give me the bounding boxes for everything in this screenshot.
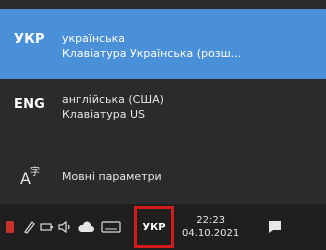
taskbar: УКР 22:23 04.10.2021 bbox=[0, 204, 326, 250]
language-settings-icon: A 字 bbox=[0, 164, 62, 188]
keyboard-layout-name: Клавіатура Українська (розш... bbox=[62, 47, 242, 60]
language-texts: англійська (США) Клавіатура US bbox=[62, 92, 164, 122]
clock-time: 22:23 bbox=[196, 215, 226, 226]
red-app-icon[interactable] bbox=[0, 204, 20, 250]
pen-icon[interactable] bbox=[20, 204, 38, 250]
language-texts: українська Клавіатура Українська (розш..… bbox=[62, 31, 241, 61]
battery-icon[interactable] bbox=[38, 204, 56, 250]
language-code: ENG bbox=[14, 97, 46, 112]
svg-text:字: 字 bbox=[30, 165, 40, 178]
language-code: УКР bbox=[14, 32, 45, 47]
clock[interactable]: 22:23 04.10.2021 bbox=[182, 214, 239, 240]
language-item-eng[interactable]: ENG англійська (США) Клавіатура US bbox=[0, 82, 326, 138]
language-settings-label: Мовні параметри bbox=[62, 169, 162, 183]
notification-icon[interactable] bbox=[265, 204, 285, 250]
speaker-icon[interactable] bbox=[56, 204, 74, 250]
cloud-icon[interactable] bbox=[74, 204, 98, 250]
language-name: англійська (США) bbox=[62, 93, 164, 106]
language-indicator-button[interactable]: УКР bbox=[134, 206, 174, 248]
language-item-ukr[interactable]: УКР українська Клавіатура Українська (ро… bbox=[0, 9, 326, 79]
keyboard-icon[interactable] bbox=[98, 204, 124, 250]
keyboard-layout-name: Клавіатура US bbox=[62, 108, 146, 121]
language-settings-link[interactable]: A 字 Мовні параметри bbox=[0, 158, 326, 194]
language-flyout: УКР українська Клавіатура Українська (ро… bbox=[0, 0, 326, 200]
clock-date: 04.10.2021 bbox=[182, 228, 240, 239]
language-name: українська bbox=[62, 32, 126, 45]
